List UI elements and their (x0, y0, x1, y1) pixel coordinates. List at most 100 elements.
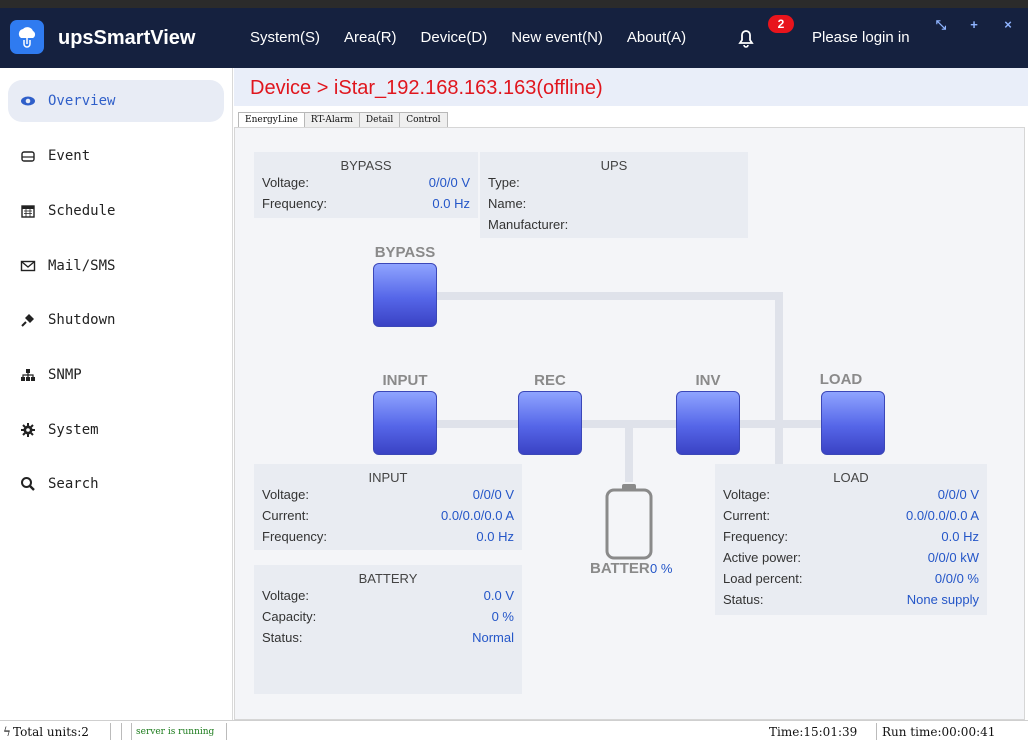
sidebar-item-system[interactable]: System (8, 409, 224, 451)
sidebar-item-mail-sms[interactable]: Mail/SMS (8, 245, 224, 287)
notification-badge: 2 (768, 15, 794, 33)
tab-bar: EnergyLine RT-Alarm Detail Control (238, 112, 448, 127)
eye-icon (21, 96, 35, 106)
main-menu: System(S) Area(R) Device(D) New event(N)… (238, 29, 698, 46)
calendar-icon (21, 205, 35, 218)
clock-time: Time:15:01:39 (769, 725, 858, 739)
info-key: Current: (262, 508, 309, 523)
info-key: Frequency: (262, 196, 328, 211)
page-title: Device > iStar_192.168.163.163(offline) (250, 77, 603, 99)
info-row: Current: 0.0/0.0/0.0 A (262, 508, 514, 526)
info-row: Current: 0.0/0.0/0.0 A (723, 508, 979, 526)
menu-area[interactable]: Area(R) (344, 29, 397, 46)
menu-system[interactable]: System(S) (250, 29, 320, 46)
sidebar-item-search[interactable]: Search (8, 463, 224, 505)
sidebar-item-event[interactable]: Event (8, 135, 224, 177)
envelope-icon (20, 260, 36, 272)
close-icon[interactable]: × (1001, 18, 1015, 32)
server-status: server is running (136, 727, 215, 737)
plug-icon (21, 314, 34, 327)
box-title: LOAD (833, 470, 869, 485)
info-value: 0.0 Hz (432, 196, 470, 211)
inv-node[interactable] (676, 391, 740, 455)
status-bar: ϟ Total units:2 server is running Time:1… (0, 720, 1028, 741)
app-name: upsSmartView (58, 27, 196, 49)
info-key: Current: (723, 508, 770, 523)
info-row: Load percent: 0/0/0 % (723, 571, 979, 589)
info-value: Normal (472, 630, 514, 645)
info-key: Status: (262, 630, 303, 645)
info-key: Load percent: (723, 571, 803, 586)
sidebar-item-overview[interactable]: Overview (8, 80, 224, 122)
tab-energyline[interactable]: EnergyLine (238, 112, 305, 127)
box-title: BATTERY (358, 571, 418, 586)
info-row: Voltage: 0/0/0 V (262, 487, 514, 505)
info-value: 0 % (491, 609, 514, 624)
load-node[interactable] (821, 391, 885, 455)
drive-icon (21, 151, 35, 162)
battery-info-box: BATTERY Voltage: 0.0 V Capacity: 0 % Statu… (254, 565, 522, 694)
input-node[interactable] (373, 391, 437, 455)
status-divider (226, 723, 227, 740)
tab-rt-alarm[interactable]: RT-Alarm (303, 112, 360, 127)
info-value: 0.0 V (483, 588, 514, 603)
menu-about[interactable]: About(A) (627, 29, 686, 46)
status-divider (131, 723, 132, 740)
app-header: upsSmartView System(S) Area(R) Device(D)… (0, 8, 1028, 68)
maximize-icon[interactable]: + (967, 18, 981, 32)
battery-icon (604, 482, 654, 560)
node-label-bypass: BYPASS (374, 244, 436, 261)
sidebar-item-label: Shutdown (48, 312, 116, 328)
info-row: Voltage: 0/0/0 V (723, 487, 979, 505)
bypass-info-box: BYPASS Voltage: 0/0/0 V Frequency: 0.0 Hz (254, 152, 478, 218)
menu-new-event[interactable]: New event(N) (511, 29, 603, 46)
status-divider (110, 723, 111, 740)
info-value: 0/0/0 V (937, 487, 979, 502)
sidebar-item-label: Overview (48, 93, 116, 109)
lightning-icon: ϟ (3, 725, 11, 739)
info-key: Frequency: (262, 529, 328, 544)
bell-icon[interactable] (731, 23, 761, 53)
info-row: Voltage: 0.0 V (262, 588, 514, 606)
sidebar-item-shutdown[interactable]: Shutdown (8, 299, 224, 341)
main-content: Device > iStar_192.168.163.163(offline) … (234, 68, 1028, 720)
info-row: Status: Normal (262, 630, 514, 648)
sidebar-item-schedule[interactable]: Schedule (8, 190, 224, 232)
info-value: 0.0 Hz (941, 529, 979, 544)
node-label-input: INPUT (382, 372, 428, 389)
node-label-rec: REC (534, 372, 566, 389)
info-row: Frequency: 0.0 Hz (723, 529, 979, 547)
info-row: Name: (488, 196, 740, 214)
info-row: Frequency: 0.0 Hz (262, 196, 470, 214)
sidebar-item-label: SNMP (48, 367, 82, 383)
menu-device[interactable]: Device(D) (421, 29, 488, 46)
sidebar-item-snmp[interactable]: SNMP (8, 354, 224, 396)
tab-detail[interactable]: Detail (358, 112, 401, 127)
info-key: Status: (723, 592, 764, 607)
info-key: Voltage: (723, 487, 770, 502)
sidebar-item-label: Event (48, 148, 91, 164)
bypass-drop-line (775, 292, 783, 488)
gear-icon (21, 423, 35, 437)
info-value: 0/0/0 kW (927, 550, 979, 565)
info-row: Capacity: 0 % (262, 609, 514, 627)
info-row: Frequency: 0.0 Hz (262, 529, 514, 547)
status-divider (121, 723, 122, 740)
node-label-load: LOAD (819, 371, 863, 388)
sidebar-item-label: Mail/SMS (48, 258, 116, 274)
info-key: Voltage: (262, 487, 309, 502)
search-icon (21, 477, 35, 491)
login-link[interactable]: Please login in (812, 29, 910, 46)
info-row: Voltage: 0/0/0 V (262, 175, 470, 193)
sidebar-item-label: System (48, 422, 99, 438)
info-value: 0.0/0.0/0.0 A (440, 508, 514, 523)
energyline-panel: BYPASS Voltage: 0/0/0 V Frequency: 0.0 Hz … (234, 127, 1025, 720)
tab-control[interactable]: Control (399, 112, 448, 127)
bypass-node[interactable] (373, 263, 437, 327)
rec-node[interactable] (518, 391, 582, 455)
info-value: 0/0/0 V (428, 175, 470, 190)
info-value: None supply (906, 592, 979, 607)
sidebar-item-label: Schedule (48, 203, 116, 219)
restore-icon[interactable]: ⤡ (934, 18, 948, 32)
info-key: Type: (488, 175, 520, 190)
